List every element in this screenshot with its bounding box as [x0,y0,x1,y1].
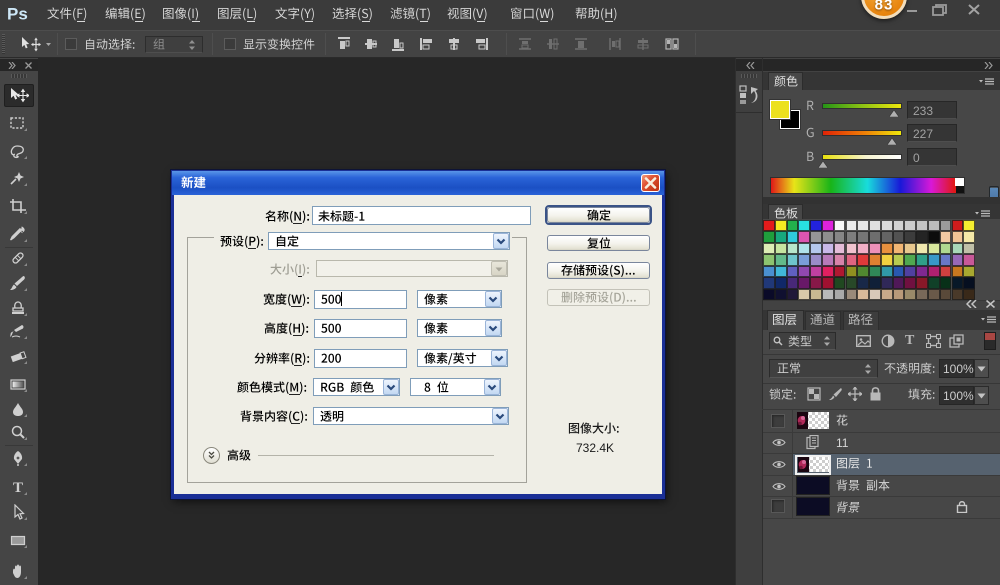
svg-text:T: T [13,480,23,496]
